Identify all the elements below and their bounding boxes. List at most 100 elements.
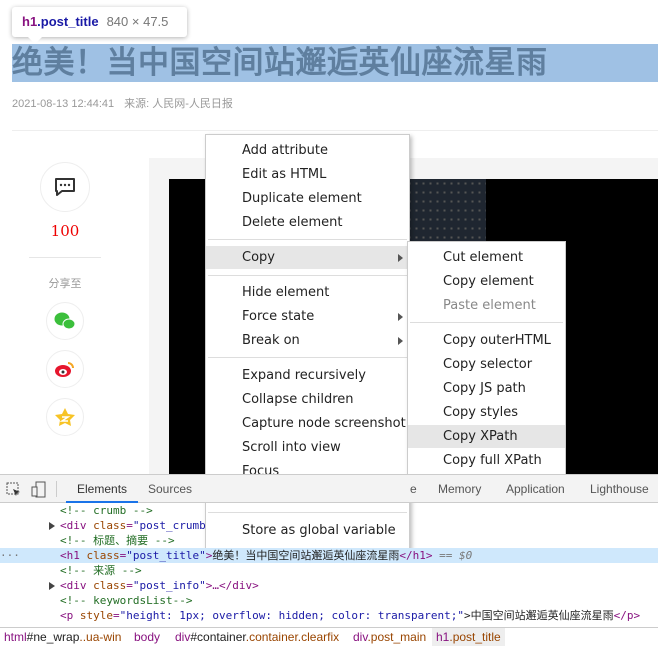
breadcrumb-cls: ..ua-win <box>79 630 122 644</box>
comment-button[interactable] <box>40 162 90 212</box>
menu-item-collapse-children[interactable]: Collapse children <box>206 388 409 411</box>
menu-item-duplicate-element[interactable]: Duplicate element <box>206 187 409 210</box>
tab-hidden[interactable]: e <box>410 475 417 503</box>
dom-node[interactable]: <div class="post_info">…</div> <box>0 578 658 593</box>
tab-elements[interactable]: Elements <box>66 475 139 503</box>
share-qzone-button[interactable] <box>46 398 84 436</box>
dom-node[interactable]: <div class="post_crumb <box>0 518 658 533</box>
node-text: >中国空间站邂逅英仙座流星雨 <box>464 609 614 622</box>
menu-item-capture-node-screenshot[interactable]: Capture node screenshot <box>206 412 409 435</box>
menu-item-label: Delete element <box>242 215 343 230</box>
dom-node[interactable]: <!-- 标题、摘要 --> <box>0 533 658 548</box>
tab-memory[interactable]: Memory <box>438 475 481 503</box>
submenu-item-cut-element[interactable]: Cut element <box>408 246 565 269</box>
attr: style <box>79 609 113 622</box>
tab-lighthouse[interactable]: Lighthouse <box>590 475 649 503</box>
share-wechat-button[interactable] <box>46 302 84 340</box>
submenu-item-copy-element[interactable]: Copy element <box>408 270 565 293</box>
tooltip-size: 840 × 47.5 <box>106 14 169 29</box>
submenu-item-copy-xpath[interactable]: Copy XPath <box>408 425 565 448</box>
menu-item-hide-element[interactable]: Hide element <box>206 281 409 304</box>
breadcrumb-item[interactable]: html#ne_wrap..ua-win <box>0 628 125 646</box>
menu-item-label: Expand recursively <box>242 368 366 383</box>
dom-node-selected[interactable]: ··· <h1 class="post_title">绝美！当中国空间站邂逅英仙座… <box>0 548 658 563</box>
copy-submenu: Cut element Copy element Paste element Copy… <box>407 241 566 476</box>
submenu-item-copy-styles[interactable]: Copy styles <box>408 401 565 424</box>
qzone-icon <box>55 408 75 426</box>
node-text: 绝美！当中国空间站邂逅英仙座流星雨 <box>212 549 400 562</box>
breadcrumb-item[interactable]: h1.post_title <box>432 628 505 646</box>
submenu-arrow-icon <box>398 337 403 345</box>
tag: <div <box>60 519 94 532</box>
tag: >…</div> <box>205 579 259 592</box>
breadcrumb-tag: html <box>4 630 27 644</box>
divider <box>56 481 57 497</box>
tag: </p> <box>613 609 641 622</box>
submenu-item-copy-full-xpath[interactable]: Copy full XPath <box>408 449 565 472</box>
breadcrumb-item[interactable]: body <box>130 628 164 646</box>
menu-item-scroll-into-view[interactable]: Scroll into view <box>206 436 409 459</box>
comment: <!-- 标题、摘要 --> <box>60 534 175 547</box>
menu-item-label: Hide element <box>242 285 330 300</box>
tooltip-tag: h1 <box>22 14 38 29</box>
menu-separator <box>208 239 407 240</box>
breadcrumb-cls: .container.clearfix <box>245 630 340 644</box>
menu-item-label: Collapse children <box>242 392 354 407</box>
attr: class <box>93 579 127 592</box>
divider <box>12 130 658 131</box>
tooltip-class: .post_title <box>37 14 99 29</box>
dom-node[interactable]: <!-- crumb --> <box>0 503 658 518</box>
menu-item-label: Capture node screenshot <box>242 416 406 431</box>
menu-item-label: Add attribute <box>242 143 329 158</box>
menu-item-add-attribute[interactable]: Add attribute <box>206 139 409 162</box>
breadcrumb-id: #ne_wrap <box>26 630 80 644</box>
device-toolbar-icon[interactable] <box>31 481 47 499</box>
submenu-item-label: Copy styles <box>443 405 519 420</box>
breadcrumb-item[interactable]: div.post_main <box>349 628 430 646</box>
dom-node[interactable]: <!-- 来源 --> <box>0 563 658 578</box>
tag: <h1 <box>60 549 87 562</box>
menu-separator <box>208 275 407 276</box>
menu-item-force-state[interactable]: Force state <box>206 305 409 328</box>
devtools-toolbar: Elements Sources e Memory Application Li… <box>0 474 658 503</box>
comment: <!-- 来源 --> <box>60 564 142 577</box>
submenu-arrow-icon <box>398 254 403 262</box>
expand-triangle-icon[interactable] <box>49 522 55 530</box>
dom-node[interactable]: <!-- keywordsList--> <box>0 593 658 608</box>
breadcrumb-item[interactable]: div#container.container.clearfix <box>171 628 343 646</box>
submenu-item-label: Copy JS path <box>443 381 526 396</box>
submenu-item-copy-selector[interactable]: Copy selector <box>408 353 565 376</box>
attr-value: "post_info" <box>132 579 206 592</box>
submenu-item-copy-outerhtml[interactable]: Copy outerHTML <box>408 329 565 352</box>
menu-item-label: Copy <box>242 250 275 265</box>
breadcrumb-tag: div <box>353 630 368 644</box>
menu-item-delete-element[interactable]: Delete element <box>206 211 409 234</box>
breadcrumb-id: #container <box>190 630 246 644</box>
inspect-element-icon[interactable] <box>6 482 22 498</box>
menu-item-expand-recursively[interactable]: Expand recursively <box>206 364 409 387</box>
share-label: 分享至 <box>48 278 82 290</box>
menu-item-edit-as-html[interactable]: Edit as HTML <box>206 163 409 186</box>
post-info: 2021-08-13 12:44:41 来源: 人民网-人民日报 <box>12 95 233 111</box>
weibo-icon <box>55 362 74 377</box>
menu-item-label: Break on <box>242 333 300 348</box>
post-date: 2021-08-13 12:44:41 <box>12 98 115 110</box>
comment-icon <box>55 178 75 196</box>
breadcrumb-cls: .post_title <box>449 630 501 644</box>
dom-node[interactable]: <p style="height: 1px; overflow: hidden;… <box>0 608 658 623</box>
attr-value: "post_crumb <box>132 519 206 532</box>
tab-sources[interactable]: Sources <box>148 475 192 503</box>
submenu-item-label: Cut element <box>443 250 524 265</box>
menu-separator <box>410 322 563 323</box>
share-weibo-button[interactable] <box>46 350 84 388</box>
menu-item-break-on[interactable]: Break on <box>206 329 409 352</box>
menu-separator <box>208 357 407 358</box>
submenu-item-label: Copy element <box>443 274 534 289</box>
attr-value: "height: 1px; overflow: hidden; color: t… <box>119 609 464 622</box>
tab-application[interactable]: Application <box>506 475 565 503</box>
menu-item-copy[interactable]: Copy <box>206 246 409 269</box>
submenu-item-copy-js-path[interactable]: Copy JS path <box>408 377 565 400</box>
expand-triangle-icon[interactable] <box>49 582 55 590</box>
submenu-item-label: Copy full XPath <box>443 453 542 468</box>
breadcrumb-cls: .post_main <box>367 630 427 644</box>
